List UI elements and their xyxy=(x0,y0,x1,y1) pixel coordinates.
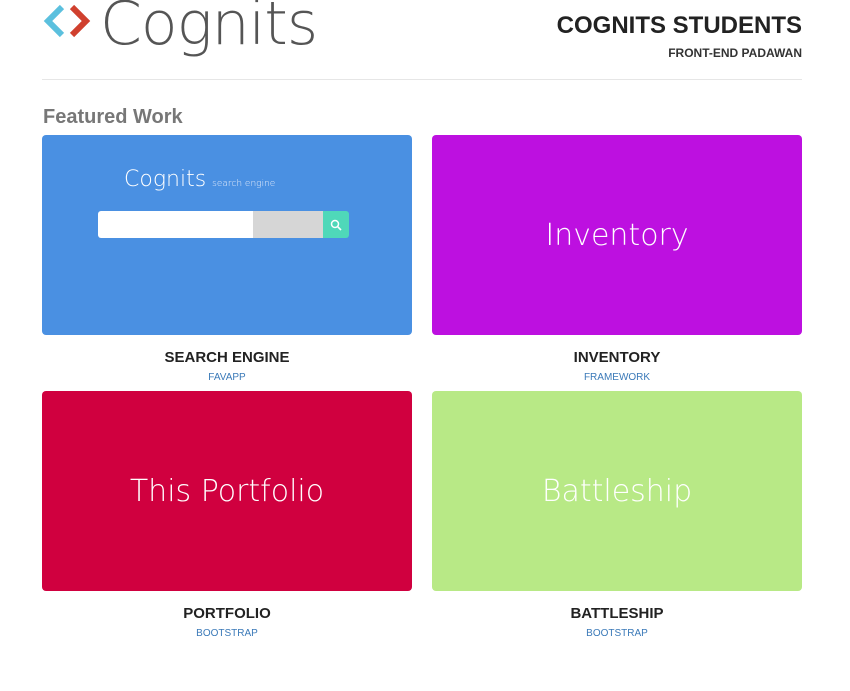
card-preview-text: Inventory xyxy=(545,217,689,253)
preview-logo-text: Cognits xyxy=(124,167,207,192)
search-engine-meta: SEARCH ENGINE FAVAPP xyxy=(42,349,412,383)
project-tag-link[interactable]: BOOTSTRAP xyxy=(432,628,802,639)
project-tag-link[interactable]: FAVAPP xyxy=(42,372,412,383)
search-engine-card[interactable]: Cognits search engine xyxy=(42,135,412,335)
inventory-meta: INVENTORY FRAMEWORK xyxy=(432,349,802,383)
project-name: SEARCH ENGINE xyxy=(164,349,290,366)
search-icon xyxy=(330,219,342,231)
logo-text: Cognits xyxy=(100,0,318,59)
project-tag-link[interactable]: FRAMEWORK xyxy=(432,372,802,383)
logo[interactable]: Cognits xyxy=(42,0,318,59)
project-name: INVENTORY xyxy=(573,349,661,366)
site-subtitle: FRONT-END PADAWAN xyxy=(668,46,802,60)
portfolio-meta: PORTFOLIO BOOTSTRAP xyxy=(42,605,412,639)
project-name: PORTFOLIO xyxy=(183,605,271,622)
inventory-card[interactable]: Inventory xyxy=(432,135,802,335)
project-name: BATTLESHIP xyxy=(570,605,664,622)
project-tag-link[interactable]: BOOTSTRAP xyxy=(42,628,412,639)
preview-search-button xyxy=(323,211,349,238)
header-divider xyxy=(42,79,802,80)
site-title: COGNITS STUDENTS xyxy=(556,12,802,39)
card-preview-text: Battleship xyxy=(541,473,693,509)
featured-work-heading: Featured Work xyxy=(43,106,183,128)
preview-search-field-gray xyxy=(253,211,323,238)
battleship-meta: BATTLESHIP BOOTSTRAP xyxy=(432,605,802,639)
card-preview-text: This Portfolio xyxy=(129,473,325,509)
preview-search-input xyxy=(98,211,253,238)
battleship-card[interactable]: Battleship xyxy=(432,391,802,591)
portfolio-card[interactable]: This Portfolio xyxy=(42,391,412,591)
preview-logo: Cognits search engine xyxy=(124,167,275,192)
code-brackets-icon xyxy=(43,4,91,38)
preview-logo-subtitle: search engine xyxy=(212,179,276,189)
